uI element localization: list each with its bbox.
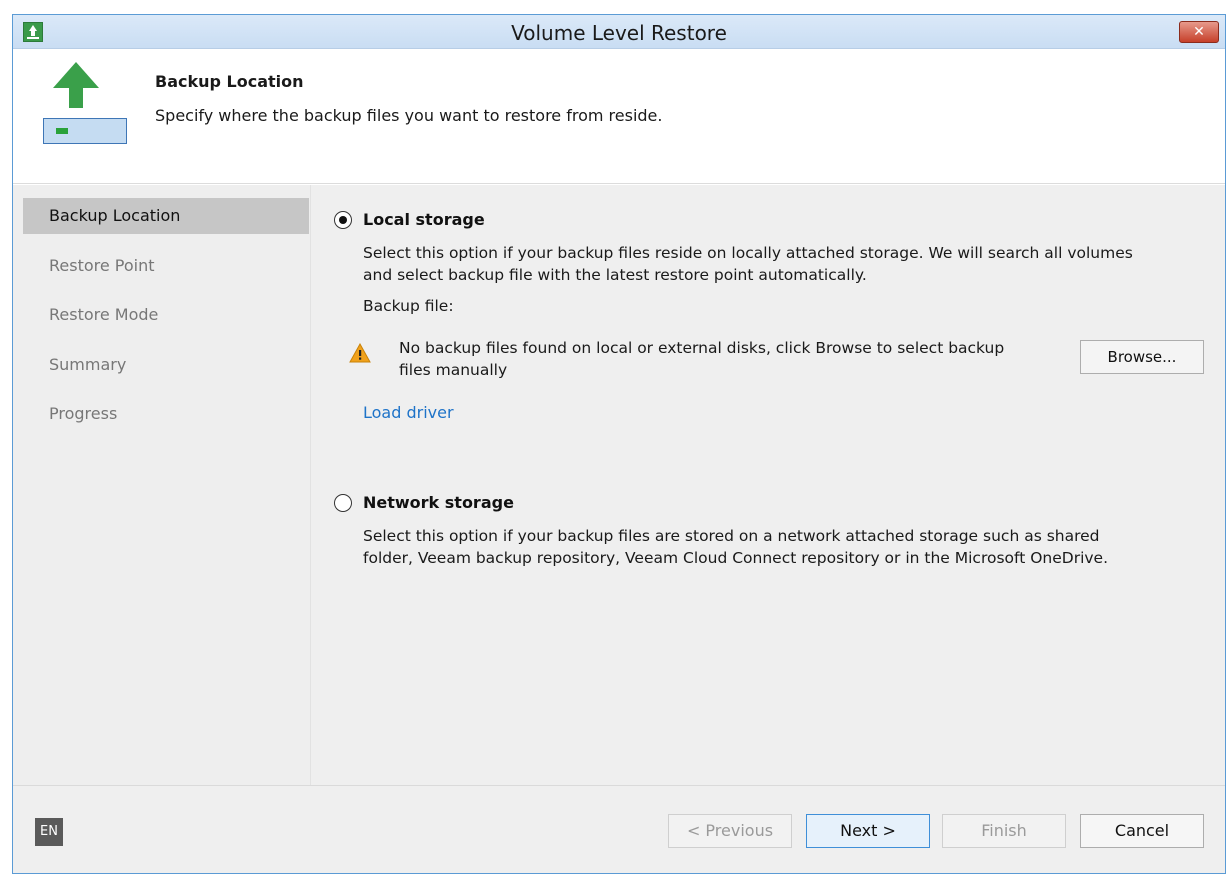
- next-button[interactable]: Next >: [806, 814, 930, 848]
- load-driver-link[interactable]: Load driver: [363, 403, 454, 422]
- previous-button[interactable]: < Previous: [668, 814, 792, 848]
- language-indicator[interactable]: EN: [35, 818, 63, 846]
- network-storage-label[interactable]: Network storage: [363, 493, 514, 512]
- local-storage-description-line1: Select this option if your backup files …: [363, 244, 1133, 262]
- page-title: Backup Location: [155, 72, 304, 91]
- network-storage-radio[interactable]: [334, 494, 352, 512]
- browse-button[interactable]: Browse...: [1080, 340, 1204, 374]
- wizard-footer: EN < Previous Next > Finish Cancel: [13, 785, 1225, 873]
- volume-level-restore-window: Volume Level Restore ✕ Backup Location S…: [12, 14, 1226, 874]
- step-progress[interactable]: Progress: [23, 396, 309, 432]
- finish-button[interactable]: Finish: [942, 814, 1066, 848]
- no-backup-warning-line1: No backup files found on local or extern…: [399, 339, 1005, 357]
- local-storage-label[interactable]: Local storage: [363, 210, 485, 229]
- step-restore-mode[interactable]: Restore Mode: [23, 297, 309, 333]
- window-title: Volume Level Restore: [511, 21, 727, 45]
- cancel-button[interactable]: Cancel: [1080, 814, 1204, 848]
- restore-upload-icon: [31, 62, 131, 182]
- local-storage-radio[interactable]: [334, 211, 352, 229]
- wizard-content: Local storage Select this option if your…: [313, 185, 1225, 785]
- warning-icon: [349, 343, 371, 363]
- step-summary[interactable]: Summary: [23, 347, 309, 383]
- no-backup-warning-line2: files manually: [399, 361, 508, 379]
- backup-file-label: Backup file:: [363, 297, 454, 315]
- wizard-steps-sidebar: Backup Location Restore Point Restore Mo…: [13, 185, 311, 785]
- network-storage-description-line2: folder, Veeam backup repository, Veeam C…: [363, 549, 1109, 567]
- local-storage-description-line2: and select backup file with the latest r…: [363, 266, 867, 284]
- step-restore-point[interactable]: Restore Point: [23, 248, 309, 284]
- step-backup-location[interactable]: Backup Location: [23, 198, 309, 234]
- close-button[interactable]: ✕: [1179, 21, 1219, 43]
- page-subtitle: Specify where the backup files you want …: [155, 106, 663, 125]
- wizard-body: Backup Location Restore Point Restore Mo…: [13, 185, 1225, 785]
- network-storage-description-line1: Select this option if your backup files …: [363, 527, 1100, 545]
- wizard-header: Backup Location Specify where the backup…: [13, 50, 1225, 184]
- title-bar[interactable]: Volume Level Restore ✕: [13, 15, 1225, 49]
